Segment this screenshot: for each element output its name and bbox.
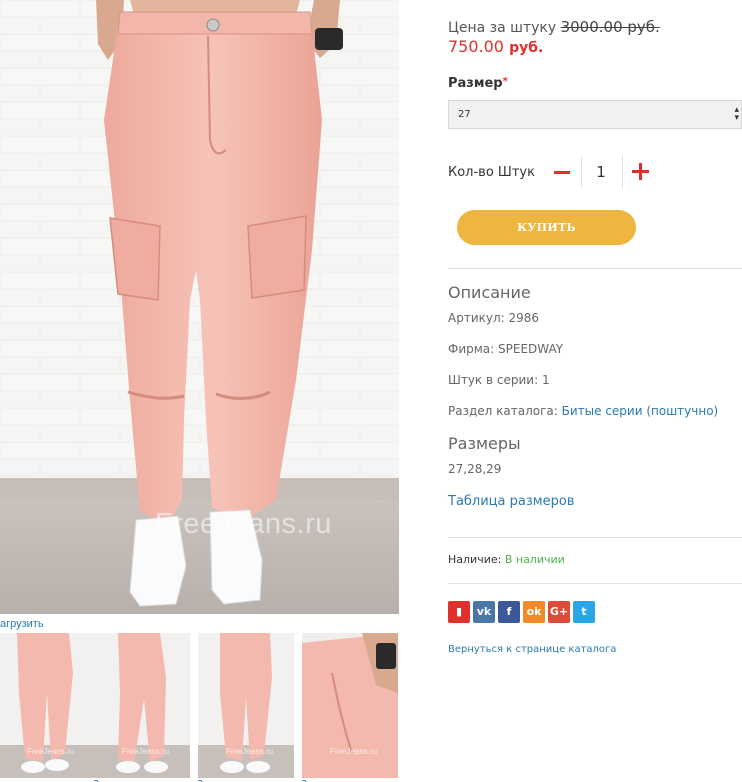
size-label: Размер* [448,76,508,91]
thumbnail-watermark: FreeJeans.ru [122,747,170,756]
main-product-photo[interactable]: FreeJeans.ru [0,0,399,614]
availability-label: Наличие: [448,553,502,566]
description-title: Описание [448,283,531,302]
brand-row: Фирма: SPEEDWAY [448,342,563,356]
bookmark-icon[interactable]: ▮ [448,601,470,623]
thumbnail-image [302,633,398,778]
size-label-text: Размер [448,76,503,91]
download-photo-link[interactable]: агрузить [0,618,44,630]
catalog-row: Раздел каталога: Битые серии (поштучно) [448,404,718,418]
quantity-input[interactable]: 1 [591,163,611,181]
select-arrows-icon: ▴ ▾ [734,106,739,123]
series-row: Штук в серии: 1 [448,373,550,387]
price-label: Цена за штуку [448,20,557,36]
divider [448,583,742,584]
divider [448,537,742,538]
thumbnail-image [198,633,294,778]
quantity-divider [622,156,623,188]
brand-value: SPEEDWAY [498,342,564,356]
article-row: Артикул: 2986 [448,311,539,325]
brand-label: Фирма: [448,342,495,356]
back-to-catalog-link[interactable]: Вернуться к странице каталога [448,644,616,655]
google-plus-icon[interactable]: G+ [548,601,570,623]
price-per-item: Цена за штуку 3000.00 руб. [448,18,660,36]
quantity-divider [581,156,582,188]
odnoklassniki-icon[interactable]: ok [523,601,545,623]
quantity-decrease-button[interactable] [552,161,572,183]
sizes-title: Размеры [448,434,521,453]
quantity-increase-button[interactable] [631,162,651,182]
thumbnail-watermark: FreeJeans.ru [27,747,75,756]
thumbnail-3[interactable]: FreeJeans.ru [198,633,294,778]
availability-status: В наличии [504,553,565,566]
quantity-label: Кол-во Штук [448,165,535,180]
size-selected-value: 27 [458,109,471,120]
size-select[interactable]: 27 ▴ ▾ [448,100,742,129]
size-chart-link[interactable]: Таблица размеров [448,494,574,509]
thumbnail-4[interactable]: FreeJeans.ru [302,633,398,778]
twitter-icon[interactable]: t [573,601,595,623]
thumbnail-image [94,633,190,778]
arrow-down-icon: ▾ [734,113,739,123]
price-currency: руб. [509,40,544,56]
article-value: 2986 [508,311,540,325]
new-price-row: 750.00 руб. [448,37,543,56]
thumbnail-image [0,633,95,778]
thumbnail-watermark: FreeJeans.ru [226,747,274,756]
divider [448,268,742,269]
required-mark: * [502,76,508,87]
article-label: Артикул: [448,311,505,325]
catalog-section-link[interactable]: Битые серии (поштучно) [562,404,719,418]
availability-row: Наличие: В наличии [448,553,565,566]
thumbnail-2[interactable]: FreeJeans.ru [94,633,190,778]
photo-watermark: FreeJeans.ru [155,508,332,540]
buy-button[interactable]: КУПИТЬ [457,210,636,245]
series-label: Штук в серии: [448,373,539,387]
thumbnail-watermark: FreeJeans.ru [330,747,378,756]
vk-icon[interactable]: vk [473,601,495,623]
sizes-values: 27,28,29 [448,462,502,476]
catalog-label: Раздел каталога: [448,404,558,418]
series-value: 1 [541,373,550,387]
thumbnail-strip: FreeJeans.ru FreeJeans.ru FreeJeans.ru F… [0,633,399,782]
old-price: 3000.00 руб. [560,18,660,36]
facebook-icon[interactable]: f [498,601,520,623]
new-price: 750.00 [448,37,504,56]
thumbnail-1[interactable]: FreeJeans.ru [0,633,95,778]
